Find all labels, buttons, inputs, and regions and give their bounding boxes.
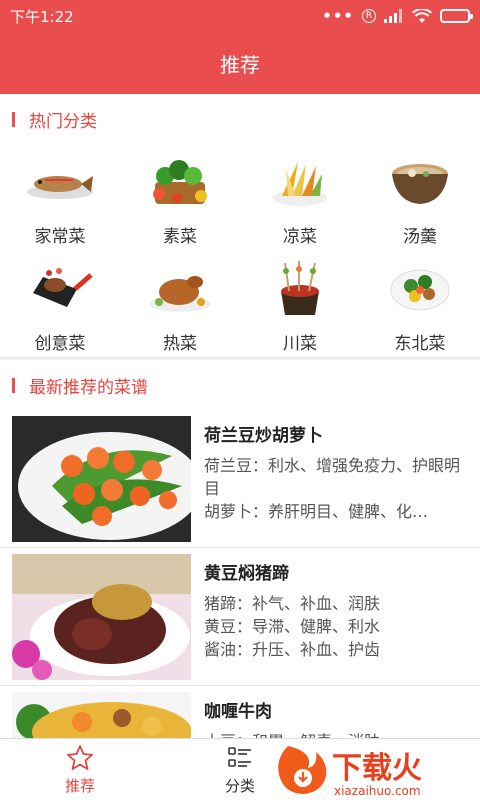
section-title: 最新推荐的菜谱	[29, 377, 148, 398]
category-label: 川菜	[283, 334, 317, 354]
roast-chicken-icon	[144, 261, 216, 317]
recipe-name: 荷兰豆炒胡萝卜	[204, 426, 323, 446]
star-icon	[67, 745, 93, 770]
vegetable-basket-icon	[144, 154, 216, 210]
category-label: 素菜	[163, 227, 197, 247]
fish-dish-icon	[24, 154, 96, 210]
recipe-item[interactable]: 咖喱牛肉 土豆：和胃、解毒、消肿	[0, 686, 480, 738]
category-item-jiachang[interactable]: 家常菜	[0, 144, 120, 251]
cold-salad-icon	[264, 154, 336, 210]
recipe-item[interactable]: 荷兰豆炒胡萝卜 荷兰豆：利水、增强免疫力、护眼明目 胡萝卜：养肝明目、健脾、化…	[0, 410, 480, 548]
list-icon	[228, 747, 251, 767]
tab-category[interactable]: 分类	[160, 739, 320, 800]
hot-categories-header: 热门分类	[0, 94, 480, 144]
recipe-name: 黄豆焖猪蹄	[204, 564, 289, 584]
recipe-desc: 土豆：和胃、解毒、消肿	[204, 730, 468, 738]
status-icons: ••• R	[322, 7, 473, 25]
main-content[interactable]: 热门分类 家常菜 素菜 凉菜 汤羹 创意菜 热菜 川菜 东北菜 最新推荐的菜谱 …	[0, 94, 480, 738]
tab-recommend[interactable]: 推荐	[0, 739, 160, 800]
recipe-item[interactable]: 黄豆焖猪蹄 猪蹄：补气、补血、润肤 黄豆：导滞、健脾、利水 酱油：升压、补血、护…	[0, 548, 480, 686]
tab-label: 推荐	[64, 777, 95, 795]
battery-icon	[440, 9, 473, 23]
recipe-info: 咖喱牛肉 土豆：和胃、解毒、消肿	[191, 692, 468, 738]
category-item-liangcai[interactable]: 凉菜	[240, 144, 360, 251]
recipe-desc: 猪蹄：补气、补血、润肤 黄豆：导滞、健脾、利水 酱油：升压、补血、护齿	[204, 594, 381, 659]
category-label: 热菜	[163, 334, 197, 354]
recipe-info: 黄豆焖猪蹄 猪蹄：补气、补血、润肤 黄豆：导滞、健脾、利水 酱油：升压、补血、护…	[191, 554, 468, 685]
bottom-nav: 推荐 分类	[0, 738, 480, 800]
section-marker	[12, 377, 15, 393]
category-label: 汤羹	[403, 227, 437, 247]
recipe-info: 荷兰豆炒胡萝卜 荷兰豆：利水、增强免疫力、护眼明目 胡萝卜：养肝明目、健脾、化…	[191, 416, 468, 547]
recipe-list: 荷兰豆炒胡萝卜 荷兰豆：利水、增强免疫力、护眼明目 胡萝卜：养肝明目、健脾、化……	[0, 410, 480, 738]
category-item-sucai[interactable]: 素菜	[120, 144, 240, 251]
skewer-pot-icon	[264, 261, 336, 317]
status-time: 下午1:22	[10, 7, 74, 26]
category-label: 凉菜	[283, 227, 317, 247]
category-label: 创意菜	[34, 334, 86, 354]
category-item-chuangyi[interactable]: 创意菜	[0, 251, 120, 358]
more-dots-icon: •••	[322, 7, 354, 25]
recipe-photo	[12, 692, 191, 738]
recipe-name: 咖喱牛肉	[204, 702, 272, 722]
category-label: 东北菜	[394, 334, 446, 354]
category-item-tanggeng[interactable]: 汤羹	[360, 144, 480, 251]
category-item-chuancai[interactable]: 川菜	[240, 251, 360, 358]
steak-pan-icon	[24, 261, 96, 317]
status-bar: 下午1:22 ••• R	[0, 0, 480, 32]
page-title: 推荐	[220, 52, 260, 77]
stir-fry-plate-icon	[384, 261, 456, 317]
recipe-photo	[12, 416, 191, 542]
category-item-dongbei[interactable]: 东北菜	[360, 251, 480, 358]
app-bar: 推荐	[0, 32, 480, 94]
category-grid: 家常菜 素菜 凉菜 汤羹 创意菜 热菜 川菜 东北菜	[0, 144, 480, 358]
signal-icon	[384, 9, 402, 23]
recipe-desc: 荷兰豆：利水、增强免疫力、护眼明目 胡萝卜：养肝明目、健脾、化…	[204, 456, 461, 521]
recipe-photo	[12, 554, 191, 680]
section-marker	[12, 111, 15, 127]
tab-third[interactable]	[320, 739, 480, 800]
category-label: 家常菜	[34, 227, 86, 247]
wifi-icon	[412, 8, 432, 23]
latest-recipes-header: 最新推荐的菜谱	[0, 360, 480, 410]
tab-label: 分类	[224, 777, 255, 795]
section-title: 热门分类	[29, 111, 97, 132]
category-item-recai[interactable]: 热菜	[120, 251, 240, 358]
soup-pot-icon	[384, 154, 456, 210]
registered-icon: R	[362, 9, 376, 23]
